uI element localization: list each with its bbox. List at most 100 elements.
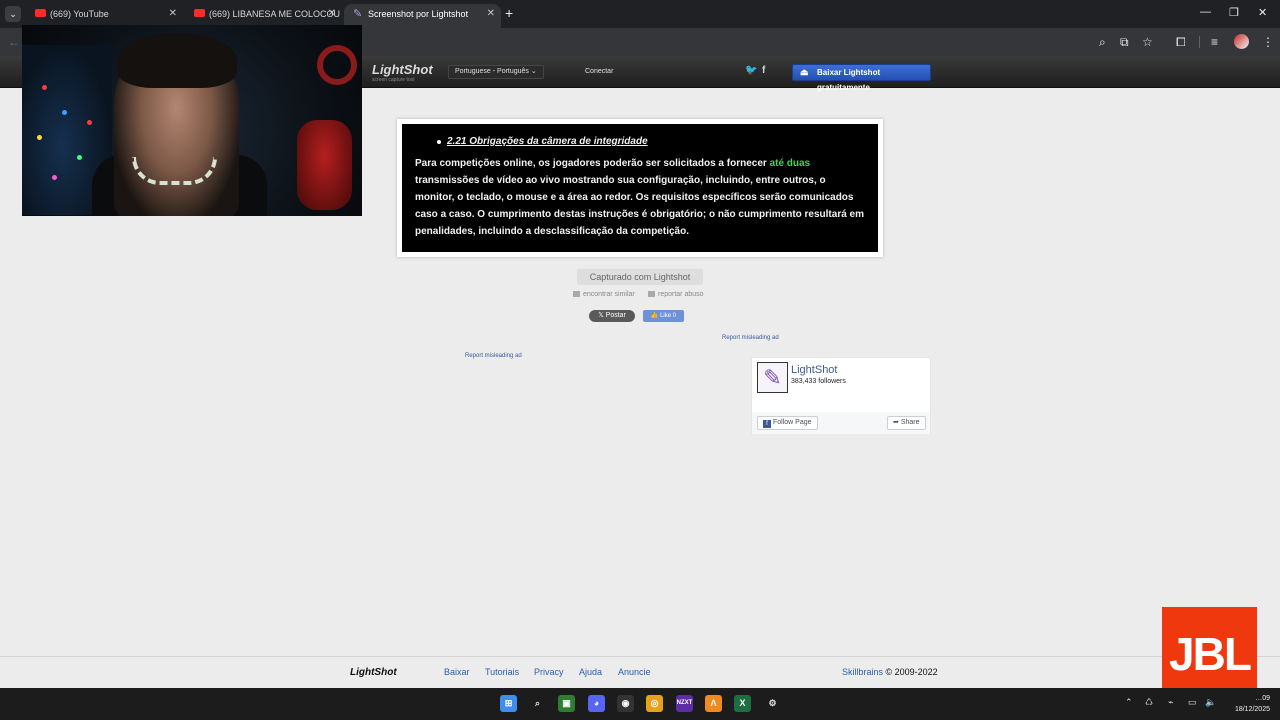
follow-page-label: Follow Page bbox=[773, 419, 812, 426]
fb-like-button[interactable]: 👍 Like 0 bbox=[643, 310, 684, 322]
connect-button[interactable]: Conectar bbox=[579, 65, 619, 79]
captured-with-lightshot[interactable]: Capturado com Lightshot bbox=[577, 269, 703, 285]
windows-taskbar: ⊞ ⌕ ▣ ◕ ◉ ◎ NZXT Λ X ⚙ ⌃ ♺ ⌁ ▭ 🔈 …09 18/… bbox=[0, 688, 1280, 720]
restore-icon[interactable]: ❐ bbox=[1229, 6, 1239, 19]
tray-volume-icon[interactable]: 🔈 bbox=[1205, 697, 1216, 708]
tab-search-button[interactable]: ⌄ bbox=[5, 6, 21, 22]
footer-copyright: Skillbrains © 2009-2022 bbox=[842, 667, 938, 677]
close-icon[interactable]: ✕ bbox=[328, 4, 336, 24]
chevron-down-icon: ⌄ bbox=[530, 68, 537, 75]
lightshot-pen-icon: ✎ bbox=[353, 8, 363, 20]
x-post-button[interactable]: 𝕏 Postar bbox=[589, 310, 635, 322]
chrome-icon[interactable]: ◎ bbox=[646, 695, 663, 712]
language-select[interactable]: Portuguese - Português ⌄ bbox=[448, 65, 544, 79]
nvidia-icon[interactable]: ▣ bbox=[558, 695, 575, 712]
share-icon: ➦ bbox=[893, 419, 901, 426]
facebook-icon: f bbox=[763, 420, 771, 428]
minimize-icon[interactable]: — bbox=[1200, 6, 1211, 18]
wreath bbox=[317, 45, 357, 85]
media-controls-icon[interactable]: ≡ bbox=[1211, 34, 1218, 50]
footer-link-download[interactable]: Baixar bbox=[444, 667, 470, 677]
lightshot-logo[interactable]: LightShot bbox=[372, 62, 433, 77]
menu-kebab-icon[interactable]: ⋮ bbox=[1262, 34, 1274, 50]
tray-app-icon[interactable]: ♺ bbox=[1145, 697, 1153, 708]
language-value: Portuguese - Português bbox=[455, 68, 529, 75]
tab-title: (669) LIBANESA ME COLOCOU bbox=[209, 9, 341, 19]
report-abuse-link[interactable]: reportar abuso bbox=[648, 291, 704, 298]
fb-page-name[interactable]: LightShot bbox=[791, 364, 837, 376]
clock-time: …09 bbox=[1255, 695, 1270, 702]
report-ad-link-right[interactable]: Report misleading ad bbox=[722, 335, 779, 341]
facebook-page-widget: ✎ LightShot 383,433 followers f Follow Pa… bbox=[751, 357, 931, 434]
tab-lightshot[interactable]: ✎ Screenshot por Lightshot ✕ bbox=[344, 4, 501, 28]
download-button[interactable]: ⏏ Baixar Lightshot gratuitamente bbox=[792, 64, 931, 92]
footer-logo[interactable]: LightShot bbox=[350, 667, 397, 678]
settings-icon[interactable]: ⚙ bbox=[764, 695, 781, 712]
lightshot-page-avatar[interactable]: ✎ bbox=[757, 362, 788, 393]
image-icon bbox=[573, 291, 580, 297]
app-a-icon[interactable]: Λ bbox=[705, 695, 722, 712]
footer-link-privacy[interactable]: Privacy bbox=[534, 667, 564, 677]
obs-icon[interactable]: ◉ bbox=[617, 695, 634, 712]
footer-link-tutorials[interactable]: Tutoriais bbox=[485, 667, 519, 677]
cast-icon[interactable]: ⧉ bbox=[1120, 34, 1129, 50]
lightshot-tagline: screen capture tool bbox=[372, 77, 415, 83]
excel-icon[interactable]: X bbox=[734, 695, 751, 712]
skillbrains-link[interactable]: Skillbrains bbox=[842, 667, 883, 677]
screenshot-frame: 2.21 Obrigações da câmera de integridade… bbox=[397, 119, 883, 257]
tray-display-icon[interactable]: ▭ bbox=[1188, 697, 1197, 708]
youtube-icon bbox=[35, 9, 46, 17]
nzxt-icon[interactable]: NZXT bbox=[676, 695, 693, 712]
find-similar-link[interactable]: encontrar similar bbox=[573, 291, 635, 298]
report-abuse-label: reportar abuso bbox=[658, 291, 704, 298]
tree-light bbox=[52, 175, 57, 180]
close-icon[interactable]: ✕ bbox=[169, 4, 177, 24]
x-icon: 𝕏 bbox=[598, 312, 606, 319]
lightshot-footer: LightShot Baixar Tutoriais Privacy Ajuda… bbox=[0, 656, 1280, 688]
footer-link-help[interactable]: Ajuda bbox=[579, 667, 602, 677]
rule-heading: 2.21 Obrigações da câmera de integridade bbox=[437, 133, 866, 150]
facebook-icon[interactable]: f bbox=[762, 65, 765, 76]
window-close-icon[interactable]: ✕ bbox=[1258, 6, 1267, 19]
share-button[interactable]: ➦ Share bbox=[887, 416, 926, 430]
rule-heading-text: 2.21 Obrigações da câmera de integridade bbox=[447, 136, 648, 147]
tree-light bbox=[62, 110, 67, 115]
tab-strip: ⌄ (669) YouTube ✕ (669) LIBANESA ME COLO… bbox=[0, 0, 1280, 28]
screenshot-image[interactable]: 2.21 Obrigações da câmera de integridade… bbox=[402, 124, 878, 252]
search-icon[interactable]: ⌕ bbox=[529, 695, 546, 712]
bookmark-star-icon[interactable]: ☆ bbox=[1142, 34, 1153, 50]
extensions-icon[interactable]: ⧠ bbox=[1176, 34, 1186, 50]
twitter-icon[interactable]: 🐦 bbox=[745, 65, 757, 76]
rule-text-start: Para competições online, os jogadores po… bbox=[415, 158, 770, 169]
find-similar-label: encontrar similar bbox=[583, 291, 635, 298]
fb-widget-footer: f Follow Page ➦ Share bbox=[752, 412, 930, 434]
download-label: Baixar Lightshot gratuitamente bbox=[817, 68, 881, 92]
rule-paragraph: Para competições online, os jogadores po… bbox=[415, 155, 866, 240]
person-hair bbox=[117, 33, 237, 88]
profile-avatar[interactable] bbox=[1234, 34, 1249, 49]
copyright-text: © 2009-2022 bbox=[883, 667, 938, 677]
download-icon: ⏏ bbox=[800, 67, 809, 77]
close-icon[interactable]: ✕ bbox=[487, 4, 495, 24]
tree-light bbox=[77, 155, 82, 160]
fb-followers: 383,433 followers bbox=[791, 378, 846, 385]
toolbar-divider bbox=[1199, 36, 1200, 48]
tab-title: (669) YouTube bbox=[50, 9, 109, 19]
flag-icon bbox=[648, 291, 655, 297]
start-icon[interactable]: ⊞ bbox=[500, 695, 517, 712]
tray-overflow-icon[interactable]: ⌃ bbox=[1125, 697, 1133, 708]
taskbar-clock[interactable]: …09 18/12/2025 bbox=[1220, 693, 1270, 715]
tray-network-icon[interactable]: ⌁ bbox=[1168, 697, 1173, 708]
follow-page-button[interactable]: f Follow Page bbox=[757, 416, 818, 430]
tree-light bbox=[42, 85, 47, 90]
zoom-icon[interactable]: ⌕ bbox=[1099, 34, 1106, 50]
new-tab-button[interactable]: + bbox=[505, 5, 513, 21]
tree-light bbox=[37, 135, 42, 140]
footer-link-advertise[interactable]: Anuncie bbox=[618, 667, 651, 677]
fb-like-label: Like 0 bbox=[660, 313, 677, 319]
bullet-icon bbox=[437, 139, 441, 144]
back-icon[interactable]: ← bbox=[8, 34, 20, 50]
share-label: Share bbox=[900, 419, 920, 426]
report-ad-link-left[interactable]: Report misleading ad bbox=[465, 353, 522, 359]
discord-icon[interactable]: ◕ bbox=[588, 695, 605, 712]
